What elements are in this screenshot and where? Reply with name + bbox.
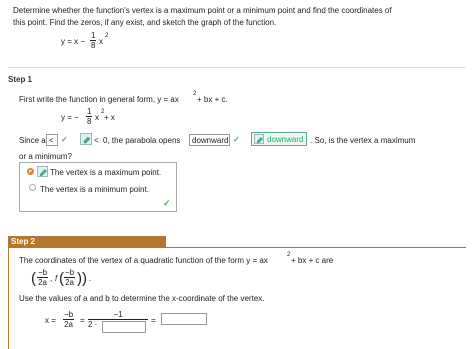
vertex-options-group: The vertex is a maximum point. The verte… <box>19 162 177 212</box>
comparison-select[interactable]: < <box>46 134 58 146</box>
answer-box-downward[interactable]: downward <box>251 132 307 146</box>
check-icon: ✓ <box>163 198 171 208</box>
problem-text-line1: Determine whether the function's vertex … <box>13 6 392 15</box>
a-value-input[interactable] <box>102 321 146 333</box>
problem-fraction: 1 8 <box>90 31 97 50</box>
opens-direction-select[interactable]: downward <box>189 134 230 146</box>
edit-icon[interactable] <box>80 133 92 145</box>
edit-icon[interactable] <box>254 134 264 144</box>
parabola-opens-text: 0, the parabola opens <box>103 136 181 145</box>
step1-fraction: 1 8 <box>86 107 93 126</box>
step2-line2: Use the values of a and b to determine t… <box>19 294 265 303</box>
edit-icon[interactable] <box>37 166 48 177</box>
vertex-question-line2: or a minimum? <box>19 152 72 161</box>
option-maximum-label: The vertex is a maximum point. <box>50 168 162 177</box>
radio-minimum[interactable] <box>29 184 36 191</box>
radio-maximum[interactable] <box>27 168 34 175</box>
divider <box>8 67 466 68</box>
problem-text-line2: this point. Find the zeros, if any exist… <box>13 18 277 27</box>
step1-header: Step 1 <box>8 75 33 84</box>
x-coordinate-input[interactable] <box>161 313 207 325</box>
vertex-question-text: . So, is the vertex a maximum <box>310 136 416 145</box>
step2-header: Step 2 <box>8 236 166 247</box>
option-minimum-label: The vertex is a minimum point. <box>40 185 149 194</box>
since-a-label: Since a <box>19 136 46 145</box>
lt-symbol-static: < <box>94 136 99 145</box>
check-icon: ✓ <box>61 135 68 144</box>
check-icon: ✓ <box>233 135 240 144</box>
